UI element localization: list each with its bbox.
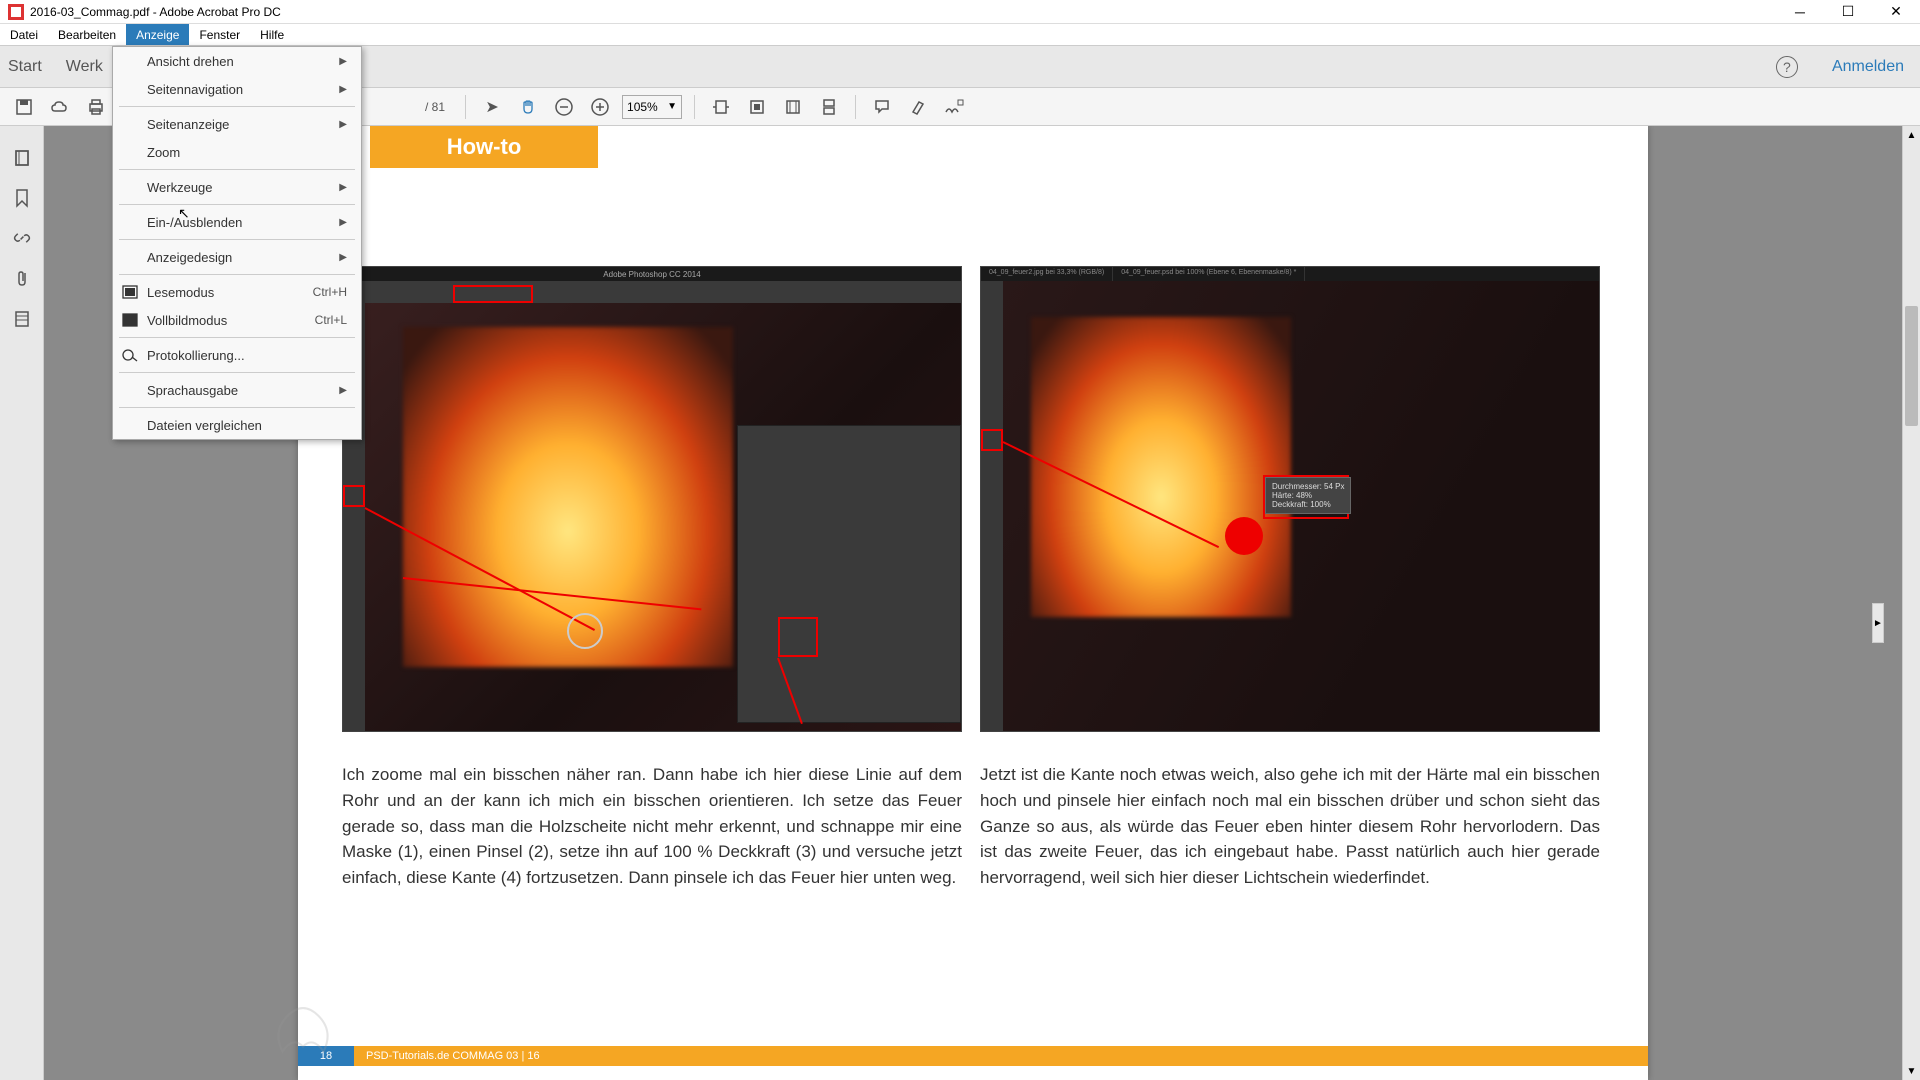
footer-bar: PSD-Tutorials.de COMMAG 03 | 16: [354, 1046, 1648, 1066]
menu-item-protokollierung-[interactable]: Protokollierung...: [113, 341, 361, 369]
page-count: 81: [432, 100, 445, 114]
highlight-icon[interactable]: [904, 93, 932, 121]
menu-bearbeiten[interactable]: Bearbeiten: [48, 24, 126, 45]
menu-item-ein-ausblenden[interactable]: Ein-/Ausblenden ▶: [113, 208, 361, 236]
minimize-button[interactable]: ─: [1784, 2, 1816, 22]
zoom-in-icon[interactable]: [586, 93, 614, 121]
menu-item-sprachausgabe[interactable]: Sprachausgabe ▶: [113, 376, 361, 404]
menu-item-lesemodus[interactable]: Lesemodus Ctrl+H: [113, 278, 361, 306]
menu-item-label: Seitennavigation: [147, 82, 243, 97]
scrollbar-thumb[interactable]: [1905, 306, 1918, 426]
help-icon[interactable]: ?: [1776, 56, 1798, 78]
howto-header: How-to: [370, 126, 598, 168]
page-footer: 18 PSD-Tutorials.de COMMAG 03 | 16: [298, 1046, 1648, 1066]
menu-anzeige[interactable]: Anzeige: [126, 24, 189, 45]
menu-shortcut: Ctrl+H: [313, 285, 347, 299]
right-pane-toggle[interactable]: ►: [1872, 603, 1884, 643]
menu-item-label: Anzeigedesign: [147, 250, 232, 265]
submenu-arrow-icon: ▶: [339, 182, 347, 193]
text-column-left: Ich zoome mal ein bisschen näher ran. Da…: [342, 762, 962, 891]
bookmarks-icon[interactable]: [10, 186, 34, 210]
menu-item-label: Seitenanzeige: [147, 117, 229, 132]
menu-item-label: Lesemodus: [147, 285, 214, 300]
close-button[interactable]: ✕: [1880, 2, 1912, 22]
comment-icon[interactable]: [868, 93, 896, 121]
tab-start[interactable]: Start: [8, 58, 42, 76]
menu-item-label: Dateien vergleichen: [147, 418, 262, 433]
window-titlebar: 2016-03_Commag.pdf - Adobe Acrobat Pro D…: [0, 0, 1920, 24]
selection-tool-icon[interactable]: ➤: [478, 93, 506, 121]
menubar: Datei Bearbeiten Anzeige Fenster Hilfe: [0, 24, 1920, 46]
attachments-icon[interactable]: [10, 266, 34, 290]
pdf-page: How-to Adobe Photoshop CC 2014: [298, 126, 1648, 1080]
fit-visible-icon[interactable]: [779, 93, 807, 121]
menu-item-seitenanzeige[interactable]: Seitenanzeige ▶: [113, 110, 361, 138]
menu-item-anzeigedesign[interactable]: Anzeigedesign ▶: [113, 243, 361, 271]
menu-item-dateien-vergleichen[interactable]: Dateien vergleichen: [113, 411, 361, 439]
photoshop-title: Adobe Photoshop CC 2014: [343, 267, 961, 281]
menu-fenster[interactable]: Fenster: [189, 24, 250, 45]
app-icon: [8, 4, 24, 20]
link-icon[interactable]: [10, 226, 34, 250]
zoom-out-icon[interactable]: [550, 93, 578, 121]
menu-item-label: Vollbildmodus: [147, 313, 227, 328]
menu-item-zoom[interactable]: Zoom: [113, 138, 361, 166]
screenshot-left: Adobe Photoshop CC 2014: [342, 266, 962, 732]
menu-item-label: Protokollierung...: [147, 348, 245, 363]
watermark-icon: [262, 990, 344, 1062]
menu-item-label: Sprachausgabe: [147, 383, 238, 398]
submenu-arrow-icon: ▶: [339, 56, 347, 67]
vertical-scrollbar[interactable]: ▲ ▼: [1902, 126, 1920, 1080]
thumbnails-icon[interactable]: [10, 146, 34, 170]
cloud-icon[interactable]: [46, 93, 74, 121]
screenshot-right: 04_09_feuer2.jpg bei 33,3% (RGB/8)04_09_…: [980, 266, 1600, 732]
submenu-arrow-icon: ▶: [339, 385, 347, 396]
menu-item-werkzeuge[interactable]: Werkzeuge ▶: [113, 173, 361, 201]
menu-item-label: Zoom: [147, 145, 180, 160]
menu-item-label: Ein-/Ausblenden: [147, 215, 242, 230]
save-icon[interactable]: [10, 93, 38, 121]
menu-shortcut: Ctrl+L: [315, 313, 347, 327]
submenu-arrow-icon: ▶: [339, 217, 347, 228]
fit-page-icon[interactable]: [743, 93, 771, 121]
submenu-arrow-icon: ▶: [339, 119, 347, 130]
text-column-right: Jetzt ist die Kante noch etwas weich, al…: [980, 762, 1600, 891]
scroll-mode-icon[interactable]: [815, 93, 843, 121]
window-title: 2016-03_Commag.pdf - Adobe Acrobat Pro D…: [30, 5, 281, 19]
menu-item-ansicht-drehen[interactable]: Ansicht drehen ▶: [113, 47, 361, 75]
submenu-arrow-icon: ▶: [339, 84, 347, 95]
tracker-icon: [121, 347, 139, 363]
maximize-button[interactable]: ☐: [1832, 2, 1864, 22]
navigation-pane: ◄: [0, 126, 44, 1080]
signature-icon[interactable]: [940, 93, 968, 121]
submenu-arrow-icon: ▶: [339, 252, 347, 263]
menu-item-label: Ansicht drehen: [147, 54, 234, 69]
hand-tool-icon[interactable]: [514, 93, 542, 121]
layers-icon[interactable]: [10, 306, 34, 330]
zoom-select[interactable]: 105%▼: [622, 95, 682, 119]
read-icon: [121, 284, 139, 300]
print-icon[interactable]: [82, 93, 110, 121]
menu-hilfe[interactable]: Hilfe: [250, 24, 294, 45]
login-link[interactable]: Anmelden: [1832, 58, 1904, 76]
anzeige-dropdown: Ansicht drehen▶Seitennavigation▶Seitenan…: [112, 46, 362, 440]
menu-datei[interactable]: Datei: [0, 24, 48, 45]
tab-tools[interactable]: Werk: [66, 58, 103, 76]
menu-item-seitennavigation[interactable]: Seitennavigation ▶: [113, 75, 361, 103]
menu-item-vollbildmodus[interactable]: Vollbildmodus Ctrl+L: [113, 306, 361, 334]
fit-width-icon[interactable]: [707, 93, 735, 121]
menu-item-label: Werkzeuge: [147, 180, 213, 195]
full-icon: [121, 312, 139, 328]
